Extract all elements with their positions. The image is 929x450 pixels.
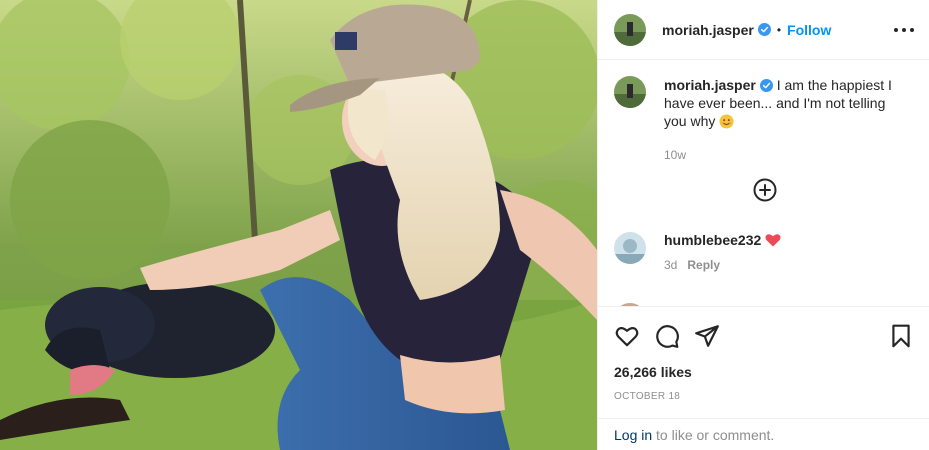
comment-icon[interactable]	[654, 323, 680, 349]
add-circle-icon[interactable]	[753, 178, 777, 202]
share-icon[interactable]	[694, 323, 720, 349]
caption-body: moriah.jasper I am the happiest I have e…	[664, 76, 900, 164]
verified-badge-icon	[759, 79, 773, 92]
login-text: to like or comment.	[652, 427, 775, 443]
heart-icon[interactable]	[614, 323, 640, 349]
login-prompt: Log in to like or comment.	[598, 418, 929, 450]
smiling-face-emoji-icon	[719, 114, 734, 129]
more-options-icon[interactable]	[894, 20, 914, 40]
action-icons	[614, 323, 914, 349]
avatar[interactable]	[614, 232, 646, 264]
avatar[interactable]	[614, 13, 646, 46]
reply-button[interactable]: Reply	[687, 258, 720, 272]
caption-username[interactable]: moriah.jasper	[664, 77, 756, 93]
follow-button[interactable]: Follow	[787, 22, 831, 38]
post-side-panel: moriah.jasper • Follow moriah.jasper I a…	[597, 0, 929, 450]
likes-count[interactable]: 26,266 likes	[614, 364, 692, 380]
separator-dot: •	[776, 22, 782, 37]
post-header: moriah.jasper • Follow	[598, 0, 929, 60]
post-actions: 26,266 likes OCTOBER 18	[598, 306, 929, 418]
comment: humblebee232 3d Reply	[614, 232, 914, 272]
avatar[interactable]	[614, 76, 646, 108]
caption-timestamp: 10w	[664, 148, 687, 162]
caption: moriah.jasper I am the happiest I have e…	[614, 76, 914, 164]
comment-meta: 3d Reply	[664, 258, 781, 272]
post-date: OCTOBER 18	[614, 391, 681, 402]
next-comment-partial	[614, 298, 914, 306]
post-photo-image	[0, 0, 597, 450]
post-photo[interactable]	[0, 0, 597, 450]
header-username[interactable]: moriah.jasper	[662, 22, 754, 38]
red-heart-emoji-icon	[765, 234, 781, 247]
comment-timestamp: 3d	[664, 258, 678, 272]
comment-body: humblebee232 3d Reply	[664, 232, 781, 272]
verified-badge-icon	[757, 23, 771, 36]
bookmark-icon[interactable]	[888, 323, 914, 349]
comment-username[interactable]: humblebee232	[664, 232, 761, 248]
login-link[interactable]: Log in	[614, 427, 652, 443]
